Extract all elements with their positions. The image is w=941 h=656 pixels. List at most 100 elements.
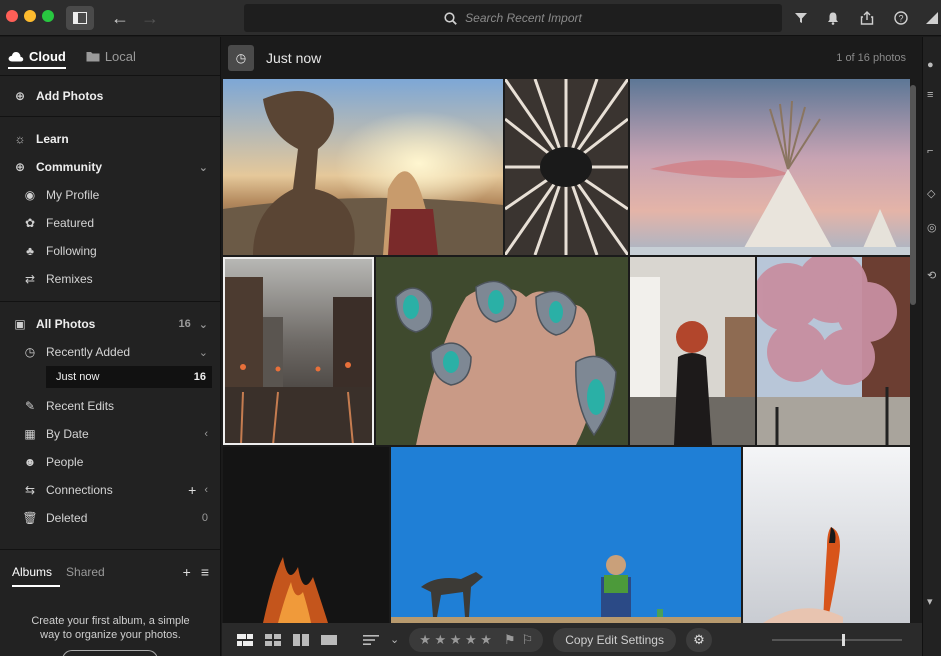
filter-button[interactable]	[788, 6, 814, 30]
people-label: People	[46, 455, 84, 469]
grid-scrollbar[interactable]	[910, 85, 916, 305]
photo-orange-feather[interactable]	[743, 447, 910, 623]
photo-woman-red-hair[interactable]	[630, 257, 755, 445]
recent-import-button[interactable]: ◷	[228, 45, 254, 71]
clock-icon: ◷	[24, 345, 36, 359]
chevron-down-icon: ⌄	[198, 318, 208, 331]
panel-toggle-button[interactable]	[66, 6, 94, 30]
search-placeholder: Search Recent Import	[465, 11, 582, 25]
cloud-icon	[8, 51, 24, 61]
close-window-button[interactable]	[6, 10, 18, 22]
by-date-label: By Date	[46, 427, 89, 441]
sidebar-item-learn[interactable]: ☼ Learn	[0, 125, 220, 153]
star-icons: ★ ★ ★ ★ ★	[419, 631, 492, 647]
zoom-window-button[interactable]	[42, 10, 54, 22]
sort-icon	[363, 634, 379, 645]
add-album-icon[interactable]: +	[183, 564, 191, 580]
edit-icon: ✎	[24, 399, 36, 413]
add-connection-icon[interactable]: +	[188, 482, 196, 498]
sort-button[interactable]	[362, 633, 380, 647]
sidebar-item-following[interactable]: ♣ Following	[0, 237, 220, 265]
back-button[interactable]: ←	[108, 6, 132, 30]
view-grid-square-button[interactable]	[264, 633, 282, 647]
chevron-left-icon: ‹	[204, 428, 208, 440]
bell-icon	[828, 12, 838, 25]
sort-albums-icon[interactable]: ≡	[201, 564, 209, 580]
notifications-button[interactable]	[820, 6, 846, 30]
adjust-panel-icon[interactable]: ≡	[927, 89, 939, 101]
person-icon: ☻	[23, 455, 37, 469]
photo-balanced-rock[interactable]	[223, 79, 503, 255]
edit-panel-icon[interactable]: ●	[927, 59, 939, 71]
tab-albums[interactable]: Albums	[12, 565, 61, 587]
view-grid-large-button[interactable]	[236, 633, 254, 647]
folder-icon	[86, 51, 100, 61]
versions-panel-icon[interactable]: ⟲	[927, 269, 939, 282]
add-photos-label: Add Photos	[36, 89, 104, 103]
forward-button[interactable]: →	[138, 6, 162, 30]
tab-local[interactable]: Local	[86, 37, 136, 75]
tab-cloud[interactable]: Cloud	[8, 37, 66, 75]
cloud-status-button[interactable]	[922, 6, 941, 30]
gear-icon: ⚙	[693, 631, 705, 647]
remixes-label: Remixes	[46, 272, 93, 286]
divider	[0, 301, 220, 302]
add-photos-button[interactable]: ⊕ Add Photos	[0, 76, 220, 116]
arrow-left-icon: ←	[111, 7, 129, 28]
all-photos-count: 16	[178, 318, 191, 330]
sidebar-item-community[interactable]: ⊕ Community ⌄	[0, 153, 220, 181]
tab-shared[interactable]: Shared	[66, 565, 105, 579]
view-compare-button[interactable]	[292, 633, 310, 647]
sort-chevron-icon[interactable]: ⌄	[390, 633, 399, 646]
recent-edits-label: Recent Edits	[46, 399, 115, 413]
following-icon: ♣	[26, 244, 34, 258]
sidebar-item-featured[interactable]: ✿ Featured	[0, 209, 220, 237]
flag-reject-icon[interactable]: ⚐	[522, 632, 534, 648]
photo-cherry-blossom-street[interactable]	[757, 257, 910, 445]
star-rating[interactable]: ★ ★ ★ ★ ★ ⚑ ⚐	[409, 627, 544, 652]
sidebar-item-people[interactable]: ☻ People	[0, 448, 220, 476]
sidebar-item-by-date[interactable]: ▦ By Date ‹	[0, 420, 220, 448]
minimize-window-button[interactable]	[24, 10, 36, 22]
community-label: Community	[36, 160, 102, 174]
arrow-right-icon: →	[141, 7, 159, 28]
sidebar-item-recent-edits[interactable]: ✎ Recent Edits	[0, 392, 220, 420]
photo-rainy-city-street[interactable]	[223, 257, 374, 445]
svg-text:?: ?	[898, 14, 903, 24]
sidebar-item-deleted[interactable]: 🗑 Deleted 0	[0, 504, 220, 532]
photo-campfire-night[interactable]	[223, 447, 389, 623]
sidebar-item-recently-added[interactable]: ◷ Recently Added ⌄	[0, 338, 220, 366]
just-now-count: 16	[193, 371, 206, 383]
sidebar-item-all-photos[interactable]: ▣ All Photos 16 ⌄	[0, 310, 220, 338]
photo-dog-and-reader-blue-sky[interactable]	[391, 447, 741, 623]
flag-pick-icon[interactable]: ⚑	[504, 632, 516, 648]
search-field[interactable]: Search Recent Import	[244, 4, 782, 32]
photo-count: 1 of 16 photos	[836, 52, 906, 64]
mask-panel-icon[interactable]: ◎	[927, 221, 939, 234]
crop-panel-icon[interactable]: ⌐	[927, 145, 939, 157]
sidebar-item-connections[interactable]: ⇆ Connections + ‹	[0, 476, 220, 504]
calendar-icon: ▦	[24, 427, 36, 441]
left-sidebar: Cloud Local ⊕ Add Photos ☼ Learn ⊕ Commu…	[0, 37, 221, 656]
photo-radial-light-ceiling[interactable]	[505, 79, 628, 255]
heal-panel-icon[interactable]: ◇	[927, 187, 939, 200]
view-single-button[interactable]	[320, 633, 338, 647]
featured-label: Featured	[46, 216, 95, 230]
photo-turquoise-rings[interactable]	[376, 257, 628, 445]
right-panel-strip: ● ≡ ⌐ ◇ ◎ ⟲ ▾	[922, 37, 941, 656]
thumbnail-size-slider[interactable]	[772, 633, 902, 647]
create-album-button[interactable]	[62, 650, 158, 656]
help-button[interactable]: ?	[888, 6, 914, 30]
share-button[interactable]	[854, 6, 880, 30]
photo-teepee-sunset[interactable]	[630, 79, 910, 255]
sidebar-item-just-now[interactable]: Just now 16	[46, 366, 212, 388]
sidebar-item-remixes[interactable]: ⇄ Remixes	[0, 265, 220, 293]
sidebar-toggle-icon	[73, 12, 87, 24]
info-panel-icon[interactable]: ▾	[927, 595, 939, 608]
sidebar-item-my-profile[interactable]: ◉ My Profile	[0, 181, 220, 209]
lightbulb-icon: ☼	[14, 132, 26, 146]
copy-edit-settings-button[interactable]: Copy Edit Settings	[553, 627, 676, 652]
title-bar: ← → Search Recent Import ?	[0, 0, 941, 36]
settings-button[interactable]: ⚙	[685, 627, 712, 652]
all-photos-label: All Photos	[36, 317, 96, 331]
